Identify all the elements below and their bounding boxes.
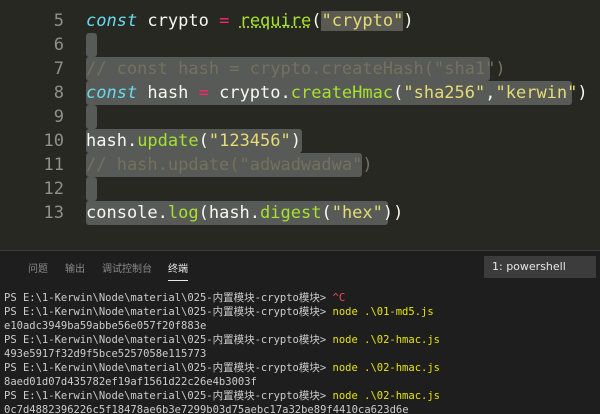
tab-output[interactable]: 输出 <box>65 260 85 275</box>
terminal-line: PS E:\1-Kerwin\Node\material\025-内置模块-cr… <box>4 333 596 347</box>
line-number: 9 <box>53 107 64 127</box>
identifier: hash. <box>86 131 138 151</box>
terminal-interrupt: ^C <box>332 292 346 304</box>
terminal-output-text: 0c7d4882396226c5f18478ae6b3e7299b03d75ae… <box>4 404 409 414</box>
terminal-output-text: 8aed01d07d435782ef19af1561d22c26e4b3003f <box>4 376 257 388</box>
function-name: require <box>239 11 312 31</box>
string-literal: "hex" <box>331 203 383 223</box>
identifier: crypto <box>137 11 220 31</box>
comment: // const hash = crypto.createHash("sha1"… <box>86 59 506 79</box>
function-name: log <box>167 203 199 223</box>
function-name: createHmac <box>290 83 394 103</box>
line-number: 7 <box>53 59 64 79</box>
terminal-command: node .\02-hmac.js <box>332 390 440 402</box>
line-number: 11 <box>43 155 64 175</box>
terminal-line: 8aed01d07d435782ef19af1561d22c26e4b3003f <box>4 375 596 389</box>
code-text: const crypto = require("crypto") <box>86 9 414 33</box>
function-name: update <box>137 131 199 151</box>
line-number: 6 <box>53 35 64 55</box>
paren: ) <box>290 131 301 151</box>
comment: // hash.update("adwadwadwa") <box>86 155 373 175</box>
line-number: 10 <box>43 131 64 151</box>
terminal-line: PS E:\1-Kerwin\Node\material\025-内置模块-cr… <box>4 291 596 305</box>
identifier: console. <box>86 203 168 223</box>
terminal-line: PS E:\1-Kerwin\Node\material\025-内置模块-cr… <box>4 361 596 375</box>
selection-highlight <box>86 177 97 201</box>
terminal-prompt: PS E:\1-Kerwin\Node\material\025-内置模块-cr… <box>4 292 333 304</box>
line-number: 12 <box>43 179 64 199</box>
terminal-line: e10adc3949ba59abbe56e057f20f883e <box>4 319 596 333</box>
terminal-command: node .\02-hmac.js <box>332 334 440 346</box>
terminal-line: 0c7d4882396226c5f18478ae6b3e7299b03d75ae… <box>4 403 596 414</box>
selection-highlight <box>86 33 97 57</box>
panel-tab-bar: 问题 输出 调试控制台 终端 1: powershell <box>0 251 600 285</box>
terminal-prompt: PS E:\1-Kerwin\Node\material\025-内置模块-cr… <box>4 362 333 374</box>
code-text: console.log(hash.digest("hex")) <box>86 201 403 225</box>
terminal-line: PS E:\1-Kerwin\Node\material\025-内置模块-cr… <box>4 305 596 319</box>
operator: = <box>198 83 209 103</box>
paren: (hash. <box>198 203 261 223</box>
tab-terminal[interactable]: 终端 <box>168 260 188 281</box>
terminal-line: 493e5917f32d9f5bce5257058e115773 <box>4 347 596 361</box>
terminal-output-text: e10adc3949ba59abbe56e057f20f883e <box>4 320 207 332</box>
code-line-8[interactable]: 8 const hash = crypto.createHmac("sha256… <box>0 81 600 105</box>
paren: ) <box>403 11 414 31</box>
code-line-5[interactable]: 5 const crypto = require("crypto") <box>0 9 600 33</box>
paren: ) <box>577 83 588 103</box>
line-number: 5 <box>53 11 64 31</box>
paren: ( <box>198 131 209 151</box>
function-name: digest <box>260 203 322 223</box>
identifier: crypto. <box>208 83 291 103</box>
comma: , <box>485 83 496 103</box>
paren: ( <box>393 83 404 103</box>
identifier: hash <box>137 83 199 103</box>
paren: ( <box>321 203 332 223</box>
terminal-prompt: PS E:\1-Kerwin\Node\material\025-内置模块-cr… <box>4 334 333 346</box>
code-line-13[interactable]: 13 console.log(hash.digest("hex")) <box>0 201 600 225</box>
terminal-command: node .\01-md5.js <box>332 306 434 318</box>
terminal-prompt: PS E:\1-Kerwin\Node\material\025-内置模块-cr… <box>4 306 333 318</box>
code-line-9[interactable]: 9 <box>0 105 600 129</box>
code-line-12[interactable]: 12 <box>0 177 600 201</box>
operator: = <box>219 11 230 31</box>
string-literal: "sha256" <box>403 83 486 103</box>
terminal-prompt: PS E:\1-Kerwin\Node\material\025-内置模块-cr… <box>4 390 333 402</box>
code-text: // const hash = crypto.createHash("sha1"… <box>86 57 506 81</box>
paren: )) <box>382 203 404 223</box>
string-literal: "kerwin" <box>495 83 578 103</box>
code-text: // hash.update("adwadwadwa") <box>86 153 373 177</box>
terminal-output[interactable]: PS E:\1-Kerwin\Node\material\025-内置模块-cr… <box>0 291 600 414</box>
code-text: const hash = crypto.createHmac("sha256",… <box>86 81 588 105</box>
string-literal: "crypto" <box>321 11 404 31</box>
paren: ( <box>311 11 322 31</box>
line-number: 13 <box>43 203 64 223</box>
bottom-panel: 问题 输出 调试控制台 终端 1: powershell PS E:\1-Ker… <box>0 250 600 414</box>
line-number: 8 <box>53 83 64 103</box>
code-line-6[interactable]: 6 <box>0 33 600 57</box>
code-line-7[interactable]: 7 // const hash = crypto.createHash("sha… <box>0 57 600 81</box>
code-line-10[interactable]: 10 hash.update("123456") <box>0 129 600 153</box>
terminal-line: PS E:\1-Kerwin\Node\material\025-内置模块-cr… <box>4 389 596 403</box>
tab-debug-console[interactable]: 调试控制台 <box>102 260 152 275</box>
selection-highlight <box>86 105 97 129</box>
keyword: const <box>86 83 138 103</box>
terminal-output-text: 493e5917f32d9f5bce5257058e115773 <box>4 348 207 360</box>
terminal-select[interactable]: 1: powershell <box>484 256 596 278</box>
terminal-command: node .\02-hmac.js <box>332 362 440 374</box>
code-text: hash.update("123456") <box>86 129 301 153</box>
code-line-11[interactable]: 11 // hash.update("adwadwadwa") <box>0 153 600 177</box>
code-editor[interactable]: 5 const crypto = require("crypto") 6 7 /… <box>0 0 600 250</box>
string-literal: "123456" <box>208 131 291 151</box>
keyword: const <box>86 11 138 31</box>
tab-problems[interactable]: 问题 <box>28 260 48 275</box>
